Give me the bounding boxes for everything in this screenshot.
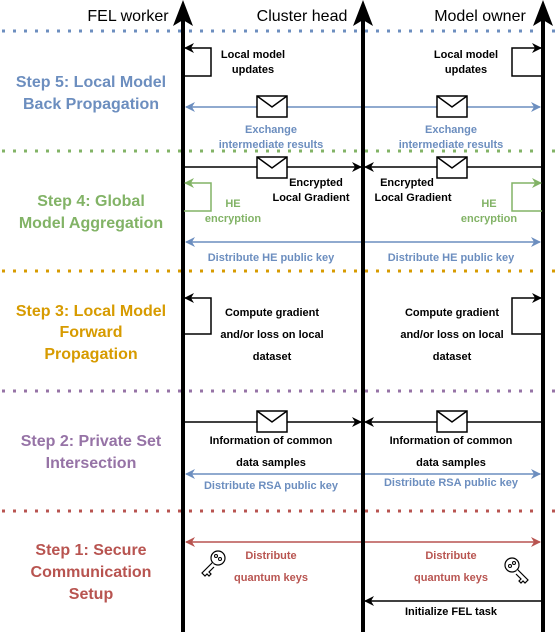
step5-label: Step 5: Local Model Back Propagation: [16, 74, 166, 113]
key-icon: [504, 557, 529, 584]
self-loop-local-update-right: [511, 43, 542, 77]
envelope-icon: [256, 156, 288, 179]
quantum-keys-label-left: Distribute quantum keys: [234, 550, 308, 584]
key-icon: [201, 550, 226, 577]
envelope-icon: [436, 95, 468, 118]
he-key-label-left: Distribute HE public key: [208, 252, 335, 264]
encrypted-gradient-label-right: Encrypted Local Gradient: [374, 177, 451, 204]
step1-label: Step 1: Secure Communication Setup: [31, 542, 152, 603]
he-key-label-right: Distribute HE public key: [388, 252, 515, 264]
local-updates-label-right: Local model updates: [434, 49, 498, 76]
compute-label-right: Compute gradient and/or loss on local data…: [400, 307, 503, 363]
step2-label: Step 2: Private Set Intersection: [21, 433, 162, 472]
he-label-left: HE encryption: [205, 198, 262, 225]
exchange-label-left: Exchange intermediate results: [219, 124, 324, 151]
common-samples-label-right: Information of common data samples: [390, 435, 513, 469]
compute-label-left: Compute gradient and/or loss on local data…: [220, 307, 323, 363]
quantum-keys-label-right: Distribute quantum keys: [414, 550, 488, 584]
self-loop-local-update-left: [184, 43, 212, 77]
initialize-task-label: Initialize FEL task: [405, 606, 498, 618]
exchange-label-right: Exchange intermediate results: [399, 124, 504, 151]
self-loop-he-right: [511, 178, 542, 212]
header-cluster-head: Cluster head: [257, 8, 348, 25]
header-model-owner: Model owner: [434, 8, 526, 25]
envelope-icon: [256, 95, 288, 118]
self-loop-he-left: [184, 178, 212, 212]
local-updates-label-left: Local model updates: [221, 49, 285, 76]
encrypted-gradient-label-left: Encrypted Local Gradient: [272, 177, 349, 204]
self-loop-compute-left: [184, 293, 212, 335]
self-loop-compute-right: [511, 293, 542, 335]
he-label-right: HE encryption: [461, 198, 518, 225]
rsa-key-label-right: Distribute RSA public key: [384, 477, 519, 489]
sequence-diagram: FEL worker Cluster head Model owner Step…: [2, 0, 556, 632]
step3-label: Step 3: Local Model Forward Propagation: [16, 303, 166, 363]
envelope-icon: [436, 156, 468, 179]
rsa-key-label-left: Distribute RSA public key: [204, 480, 339, 492]
envelope-icon: [256, 410, 288, 433]
step4-label: Step 4: Global Model Aggregation: [19, 193, 163, 232]
header-fel-worker: FEL worker: [87, 8, 169, 25]
common-samples-label-left: Information of common data samples: [210, 435, 333, 469]
envelope-icon: [436, 410, 468, 433]
